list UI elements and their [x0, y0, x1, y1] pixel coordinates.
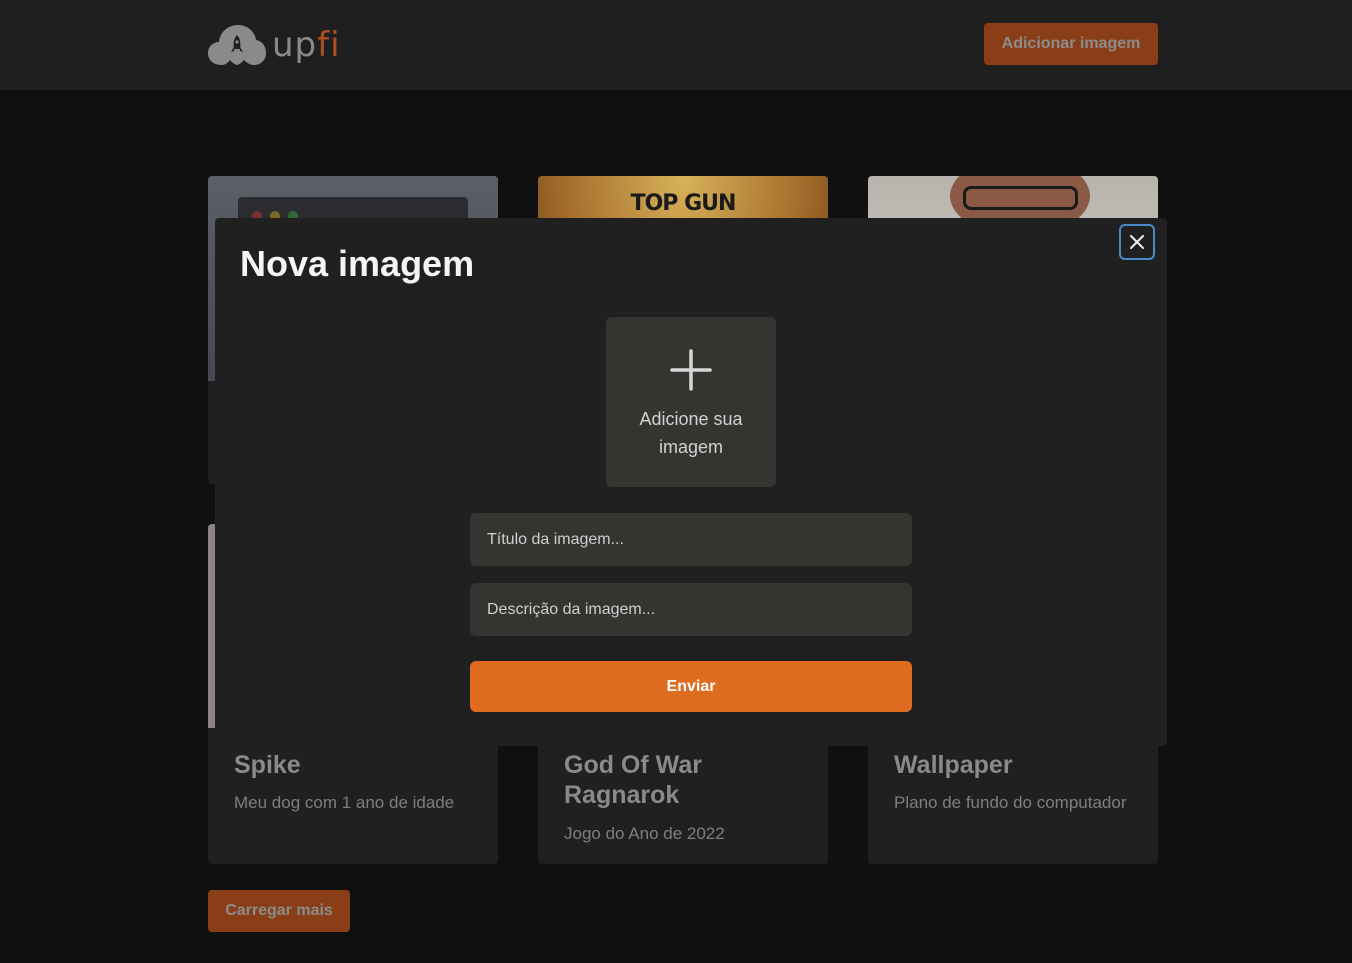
- image-upload-dropzone[interactable]: Adicione sua imagem: [606, 317, 776, 487]
- submit-button[interactable]: Enviar: [470, 661, 912, 712]
- new-image-modal: Nova imagem Adicione sua imagem Enviar: [215, 218, 1167, 746]
- upload-label: Adicione sua imagem: [639, 409, 743, 457]
- plus-icon: [670, 349, 712, 391]
- image-description-input[interactable]: [470, 583, 912, 636]
- modal-title: Nova imagem: [240, 243, 475, 284]
- close-button[interactable]: [1119, 224, 1155, 260]
- image-title-input[interactable]: [470, 513, 912, 566]
- close-icon: [1130, 235, 1144, 249]
